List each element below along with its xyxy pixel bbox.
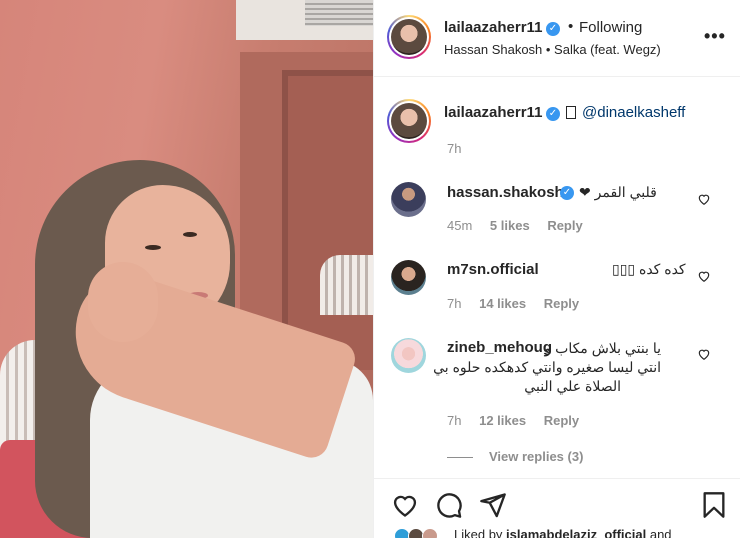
more-options-icon[interactable]: ••• [704, 26, 726, 47]
commenter-username[interactable]: hassan.shakosh [447, 184, 564, 201]
caption-mention-link[interactable]: @dinaelkasheff [582, 104, 685, 121]
comment-text: كده كده ▯▯▯ [612, 261, 686, 277]
caption-timestamp: 7h [447, 141, 462, 156]
comment-text-line: الصلاة علي النبي [524, 378, 621, 394]
unsupported-glyph-box [566, 106, 576, 119]
post-photo[interactable] [0, 0, 373, 538]
view-replies-label: View replies (3) [489, 449, 584, 464]
comment-time: 7h [447, 413, 462, 428]
comment-text-line: يا بنتي بلاش مكاب و [544, 340, 661, 356]
commenter-username[interactable]: m7sn.official [447, 261, 539, 278]
liked-by-suffix: and [649, 527, 672, 538]
commenter-avatar[interactable] [391, 182, 426, 217]
post-header: lailaazaherr11 ✓ • Following Hassan Shak… [374, 0, 740, 77]
comment-like-heart-icon[interactable] [697, 269, 711, 283]
header-separator: • [568, 18, 574, 35]
comment-reply-button[interactable]: Reply [544, 296, 579, 311]
author-avatar[interactable] [387, 15, 431, 59]
post-side-panel: lailaazaherr11 ✓ • Following Hassan Shak… [373, 0, 740, 538]
bookmark-icon[interactable] [700, 491, 728, 519]
comment-meta: 45m 5 likes Reply [447, 218, 597, 233]
photo-doorframe [282, 70, 373, 370]
comment-time: 45m [447, 218, 473, 233]
view-replies-button[interactable]: View replies (3) [447, 449, 583, 464]
photo-eye-left [145, 245, 161, 250]
comment-text-line: انتي ليسا صغيره وانتي كدهكده حلوه بي [433, 359, 661, 375]
view-replies-divider [447, 457, 473, 459]
comment-reply-button[interactable]: Reply [544, 413, 579, 428]
music-attribution[interactable]: Hassan Shakosh • Salka (feat. Wegz) [444, 42, 661, 57]
photo-eye-right [183, 232, 197, 237]
comment-likes-link[interactable]: 14 likes [479, 296, 526, 311]
author-username[interactable]: lailaazaherr11 [444, 19, 542, 36]
share-icon[interactable] [479, 491, 507, 519]
caption-author-avatar[interactable] [387, 99, 431, 143]
photo-air-vent [305, 0, 373, 26]
verified-badge-icon: ✓ [546, 22, 560, 36]
comment-likes-link[interactable]: 12 likes [479, 413, 526, 428]
photo-hand [88, 262, 158, 342]
liked-by-summary[interactable]: Liked by islamabdelaziz_official and [454, 527, 672, 538]
heart-icon[interactable] [391, 491, 419, 519]
caption-author-username[interactable]: lailaazaherr11 [444, 104, 542, 121]
comment-reply-button[interactable]: Reply [547, 218, 582, 233]
liked-by-avatars[interactable] [394, 528, 450, 538]
verified-badge-icon: ✓ [546, 107, 560, 121]
comment-meta: 7h 12 likes Reply [447, 413, 593, 428]
post-caption: lailaazaherr11 ✓ @dinaelkasheff 7h [374, 96, 740, 166]
commenter-avatar[interactable] [391, 338, 426, 373]
comment-meta: 7h 14 likes Reply [447, 296, 593, 311]
comment-like-heart-icon[interactable] [697, 192, 711, 206]
following-button[interactable]: Following [579, 19, 642, 36]
liked-by-user[interactable]: islamabdelaziz_official [506, 527, 646, 538]
liked-by-prefix: Liked by [454, 527, 503, 538]
comment-time: 7h [447, 296, 462, 311]
comment-text: قلبي القمر ❤ [579, 184, 657, 200]
photo-chair-right [320, 255, 373, 315]
commenter-username[interactable]: zineb_mehoug [447, 339, 552, 356]
comment-likes-link[interactable]: 5 likes [490, 218, 530, 233]
verified-badge-icon: ✓ [560, 186, 574, 200]
comment-icon[interactable] [435, 491, 463, 519]
comment-like-heart-icon[interactable] [697, 347, 711, 361]
commenter-avatar[interactable] [391, 260, 426, 295]
